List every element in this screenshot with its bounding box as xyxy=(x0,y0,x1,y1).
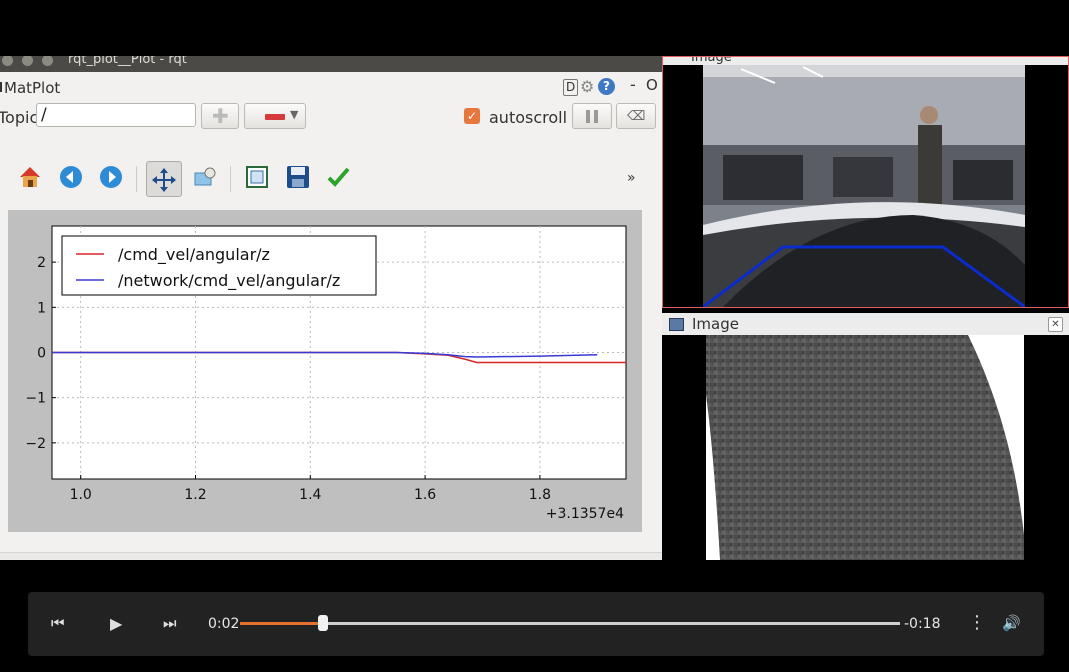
window-title: rqt_plot__Plot - rqt xyxy=(68,56,187,67)
toolbar-separator xyxy=(230,166,231,192)
toolbar-separator xyxy=(136,166,137,192)
save-icon[interactable] xyxy=(283,164,313,194)
camera-image xyxy=(663,65,1068,307)
rqt-window: rqt_plot__Plot - rqt MatPlot D ⚙ ? - O T… xyxy=(0,56,662,560)
chevron-down-icon: ▼ xyxy=(290,108,299,121)
clear-button[interactable]: ⌫ xyxy=(616,103,656,129)
progress-handle[interactable] xyxy=(317,615,328,631)
window-maximize-dot-icon[interactable] xyxy=(42,56,53,66)
y-tick-label: 0 xyxy=(37,346,46,362)
pause-icon xyxy=(586,110,590,123)
x-tick-label: 1.0 xyxy=(70,487,92,503)
minus-icon xyxy=(265,114,285,120)
image-window-title: Image xyxy=(691,57,732,65)
legend-label: /network/cmd_vel/angular/z xyxy=(118,271,340,291)
image-window-birdseye: Image ✕ xyxy=(662,313,1069,560)
play-icon[interactable]: ▶ xyxy=(110,614,122,633)
plugin-settings-gear-icon[interactable]: ⚙ xyxy=(580,77,594,96)
window-close-dot-icon[interactable] xyxy=(2,56,13,66)
pan-icon[interactable] xyxy=(146,161,182,197)
progress-fill xyxy=(240,622,323,625)
plugin-close-button[interactable]: O xyxy=(646,76,658,94)
add-topic-button[interactable]: ✚ xyxy=(201,103,239,129)
image-icon xyxy=(669,318,684,331)
birdseye-image xyxy=(662,335,1069,560)
previous-icon[interactable]: ⏮ xyxy=(51,614,65,632)
autoscroll-label: autoscroll xyxy=(489,108,568,127)
image-window-camera: Image xyxy=(662,56,1069,308)
plugin-bar: MatPlot D ⚙ ? - O xyxy=(0,72,662,102)
x-tick-label: 1.6 xyxy=(414,487,436,503)
more-options-icon[interactable]: ⋮ xyxy=(968,612,986,633)
image-window-titlebar: Image ✕ xyxy=(662,313,1069,335)
rqt-statusbar xyxy=(0,552,662,560)
plugin-help-icon[interactable]: ? xyxy=(598,78,615,95)
forward-icon[interactable] xyxy=(96,164,126,194)
back-icon[interactable] xyxy=(56,164,86,194)
topic-input[interactable] xyxy=(36,103,196,127)
edit-curves-icon[interactable] xyxy=(323,164,353,194)
window-titlebar: rqt_plot__Plot - rqt xyxy=(0,56,662,72)
y-tick-label: 1 xyxy=(37,300,46,316)
close-icon[interactable]: ✕ xyxy=(1048,317,1063,332)
y-tick-label: −1 xyxy=(25,391,46,407)
next-icon[interactable]: ⏭ xyxy=(163,614,177,632)
remove-topic-button[interactable]: ▼ xyxy=(244,103,306,129)
progress-slider[interactable] xyxy=(240,615,900,631)
home-icon[interactable] xyxy=(15,164,45,194)
x-tick-label: 1.2 xyxy=(184,487,206,503)
x-tick-label: 1.8 xyxy=(529,487,551,503)
clear-icon: ⌫ xyxy=(627,109,646,124)
topic-row: Topic ✚ ▼ ✓ autoscroll ⌫ xyxy=(0,102,662,132)
image-window-titlebar: Image xyxy=(663,57,1068,65)
x-offset-label: +3.1357e4 xyxy=(546,506,624,522)
current-time: 0:02 xyxy=(208,616,240,632)
subplots-icon[interactable] xyxy=(242,164,272,194)
x-tick-label: 1.4 xyxy=(299,487,321,503)
plot-toolbar: » xyxy=(0,152,662,208)
line-chart[interactable]: 1.0 1.2 1.4 1.6 1.8 2 1 0 −1 −2 +3.1357e4/cmd_vel/… xyxy=(8,210,642,532)
pause-button[interactable] xyxy=(572,103,612,129)
topic-label: Topic xyxy=(0,108,39,127)
plugin-minimize-button[interactable]: - xyxy=(630,75,636,94)
y-tick-label: −2 xyxy=(25,436,46,452)
volume-icon[interactable]: 🔊 xyxy=(1002,614,1021,632)
remaining-time: -0:18 xyxy=(904,616,941,632)
autoscroll-checkbox[interactable]: ✓ xyxy=(464,108,480,124)
plus-icon: ✚ xyxy=(212,104,229,128)
toolbar-more-button[interactable]: » xyxy=(627,170,636,186)
image-window-title: Image xyxy=(692,315,739,333)
legend-label: /cmd_vel/angular/z xyxy=(118,245,270,265)
plot-area[interactable]: 1.0 1.2 1.4 1.6 1.8 2 1 0 −1 −2 +3.1357e4/cmd_vel/… xyxy=(8,210,642,532)
y-tick-label: 2 xyxy=(37,255,46,271)
zoom-icon[interactable] xyxy=(190,164,220,194)
window-minimize-dot-icon[interactable] xyxy=(22,56,33,66)
plugin-dock-button[interactable]: D xyxy=(563,79,579,96)
plugin-name: MatPlot xyxy=(0,79,61,97)
video-controls: ⏮ ▶ ⏭ 0:02 -0:18 ⋮ 🔊 xyxy=(28,592,1044,656)
